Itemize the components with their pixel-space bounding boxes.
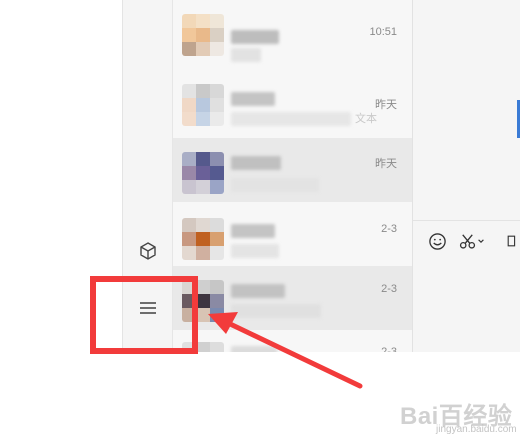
timestamp: 昨天: [375, 158, 397, 170]
contact-name: [231, 284, 285, 298]
message-preview: [231, 112, 351, 126]
message-preview-text: 文本: [355, 113, 377, 125]
conversation-item[interactable]: 2-3: [173, 334, 412, 352]
chevron-down-icon[interactable]: [475, 229, 487, 253]
avatar: [182, 152, 224, 194]
avatar: [182, 218, 224, 260]
contact-name: [231, 156, 281, 170]
chat-toolbar: [413, 220, 520, 260]
timestamp: 10:51: [369, 26, 397, 38]
highlight-box: [90, 276, 198, 354]
message-preview: [231, 244, 279, 258]
conversation-list: 10:51 文本 昨天 昨天 2-3 2-3 2-3: [173, 0, 413, 352]
timestamp: 2-3: [381, 223, 397, 235]
timestamp: 2-3: [381, 283, 397, 295]
contact-name: [231, 224, 275, 238]
conversation-item[interactable]: 2-3: [173, 204, 412, 268]
conversation-item[interactable]: 10:51: [173, 0, 412, 64]
contact-name: [231, 346, 277, 352]
message-preview: [231, 48, 261, 62]
cube-icon[interactable]: [137, 240, 159, 262]
contact-name: [231, 30, 279, 44]
timestamp: 昨天: [375, 99, 397, 111]
watermark-url: jingyan.baidu.com: [436, 424, 517, 435]
message-preview: [231, 304, 321, 318]
avatar: [182, 14, 224, 56]
watermark: Bai百经验 jingyan.baidu.com: [400, 396, 517, 436]
timestamp: 2-3: [381, 346, 397, 352]
conversation-item[interactable]: 昨天: [173, 138, 412, 202]
message-preview: [231, 178, 319, 192]
folder-icon[interactable]: [505, 229, 520, 253]
chat-pane: [413, 0, 520, 352]
conversation-item[interactable]: 2-3: [173, 266, 412, 330]
emoji-icon[interactable]: [425, 229, 449, 253]
avatar: [182, 84, 224, 126]
contact-name: [231, 92, 275, 106]
conversation-item[interactable]: 文本 昨天: [173, 70, 412, 134]
